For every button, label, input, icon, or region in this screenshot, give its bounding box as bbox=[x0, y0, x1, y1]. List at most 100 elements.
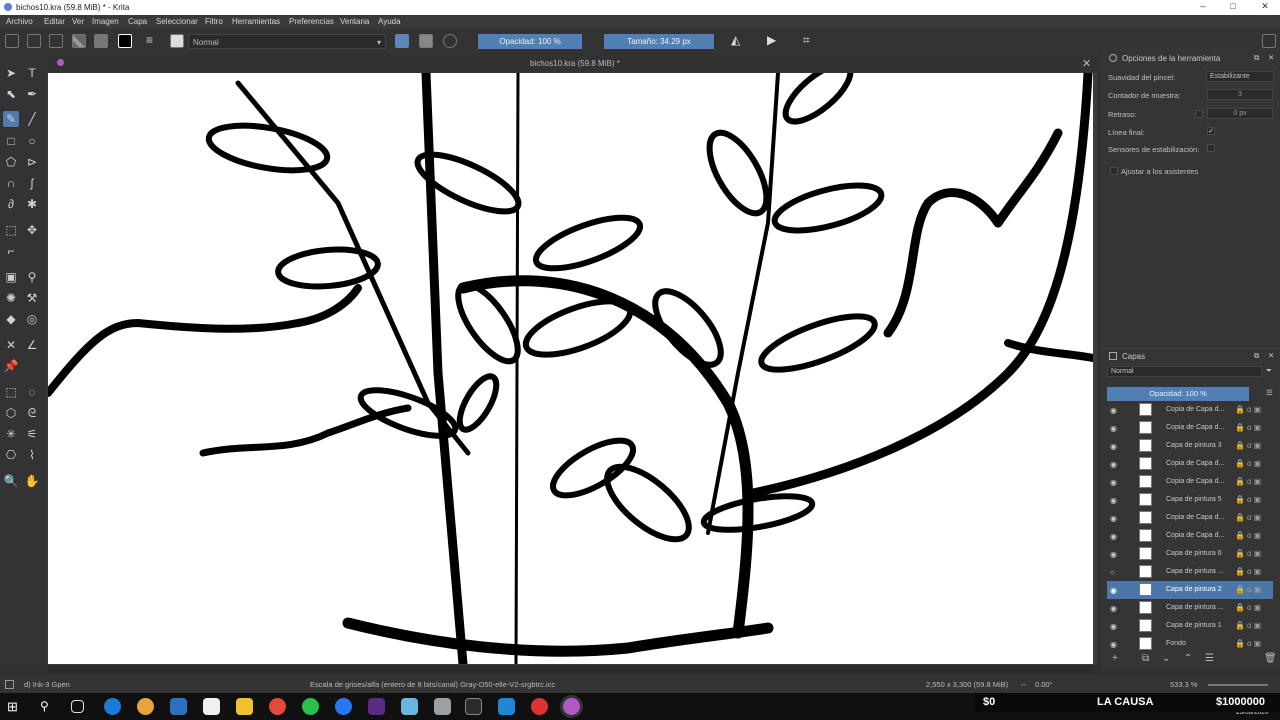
layer-lock-alpha-icons[interactable]: 🔒α▣ bbox=[1235, 495, 1263, 504]
layer-lock-alpha-icons[interactable]: 🔒α▣ bbox=[1235, 513, 1263, 522]
edit-shapes-icon[interactable]: ⬉ bbox=[3, 86, 19, 102]
layer-lock-alpha-icons[interactable]: 🔒α▣ bbox=[1235, 405, 1263, 414]
brush-preset-icon[interactable] bbox=[170, 34, 184, 48]
visibility-eye-icon[interactable]: ◉ bbox=[1110, 604, 1117, 613]
search-icon[interactable]: ⚲ bbox=[40, 698, 57, 715]
freehand-path-icon[interactable]: ʃ bbox=[24, 175, 40, 191]
layer-row[interactable]: ◉ Copia de Capa d... 🔒α▣ bbox=[1107, 509, 1273, 527]
visibility-eye-icon[interactable]: ◉ bbox=[1110, 406, 1117, 415]
finish-line-checkbox[interactable]: ✓ bbox=[1207, 127, 1215, 135]
layer-row[interactable]: ◉ Capa de pintura 6 🔒α▣ bbox=[1107, 545, 1273, 563]
layer-lock-alpha-icons[interactable]: 🔒α▣ bbox=[1235, 585, 1263, 594]
ellipse-select-icon[interactable]: ◌ bbox=[24, 384, 40, 400]
layer-row[interactable]: ◉ Copia de Capa d... 🔒α▣ bbox=[1107, 455, 1273, 473]
pan-tool-icon[interactable]: ✋ bbox=[24, 473, 40, 489]
polygon-tool-icon[interactable]: ⬠ bbox=[3, 154, 19, 170]
move-tool-icon[interactable]: ✥ bbox=[24, 222, 40, 238]
polyline-tool-icon[interactable]: ⊳ bbox=[24, 154, 40, 170]
facebook-icon[interactable] bbox=[335, 698, 352, 715]
gradient-tool-icon[interactable]: ▣ bbox=[3, 269, 19, 285]
settings-icon[interactable] bbox=[434, 698, 451, 715]
bezier-tool-icon[interactable]: ∩ bbox=[3, 175, 19, 191]
menu-editar[interactable]: Editar bbox=[44, 17, 65, 26]
layer-blend-mode-select[interactable]: Normal bbox=[1107, 366, 1262, 377]
line-tool-icon[interactable]: ╱ bbox=[24, 111, 40, 127]
layer-opacity-slider[interactable]: Opacidad: 100 % bbox=[1107, 387, 1249, 401]
horizontal-scrollbar[interactable] bbox=[48, 665, 1093, 673]
whatsapp-icon[interactable] bbox=[302, 698, 319, 715]
visibility-eye-icon[interactable]: ◉ bbox=[1110, 478, 1117, 487]
calligraphy-icon[interactable]: ✒ bbox=[24, 86, 40, 102]
blend-mode-select[interactable]: Normal ▾ bbox=[188, 34, 386, 49]
menu-seleccionar[interactable]: Seleccionar bbox=[156, 17, 198, 26]
reference-images-icon[interactable]: 📌 bbox=[3, 358, 19, 374]
document-tab[interactable]: bichos10.kra (59.8 MiB) * ✕ bbox=[47, 53, 1097, 73]
zoom-tool-icon[interactable]: 🔍 bbox=[3, 473, 19, 489]
text-tool-icon[interactable]: T bbox=[24, 65, 40, 81]
assistant-tool-icon[interactable]: ✕ bbox=[3, 337, 19, 353]
sensors-checkbox[interactable] bbox=[1207, 144, 1215, 152]
menu-capa[interactable]: Capa bbox=[128, 17, 147, 26]
close-document-icon[interactable]: ✕ bbox=[1082, 57, 1091, 70]
obs-icon[interactable] bbox=[531, 698, 548, 715]
notes-icon[interactable] bbox=[401, 698, 418, 715]
layer-menu-icon[interactable]: ☰ bbox=[1266, 388, 1273, 397]
visibility-eye-icon[interactable]: ◉ bbox=[1110, 532, 1117, 541]
layer-row[interactable]: ◉ Capa de pintura 1 🔒α▣ bbox=[1107, 617, 1273, 635]
menu-herramientas[interactable]: Herramientas bbox=[232, 17, 280, 26]
visibility-eye-icon[interactable]: ◉ bbox=[1110, 496, 1117, 505]
colorize-mask-icon[interactable]: ✺ bbox=[3, 290, 19, 306]
move-down-icon[interactable]: ⌄ bbox=[1162, 653, 1170, 664]
save-icon[interactable] bbox=[49, 34, 63, 48]
color-picker-icon[interactable]: ⚲ bbox=[24, 269, 40, 285]
enclose-fill-icon[interactable]: ◎ bbox=[24, 311, 40, 327]
layer-row[interactable]: ◉ Capa de pintura 5 🔒α▣ bbox=[1107, 491, 1273, 509]
menu-preferencias[interactable]: Preferencias bbox=[289, 17, 334, 26]
visibility-eye-icon[interactable]: ◉ bbox=[1110, 514, 1117, 523]
visibility-eye-icon[interactable]: ◉ bbox=[1110, 586, 1117, 595]
app-icon[interactable] bbox=[137, 698, 154, 715]
mirror-vertical-icon[interactable]: ▶ bbox=[767, 34, 781, 48]
layer-row[interactable]: ◉ Fondo 🔒α▣ bbox=[1107, 635, 1273, 653]
size-slider[interactable]: Tamaño: 34.29 px bbox=[604, 34, 714, 49]
menu-archivo[interactable]: Archivo bbox=[6, 17, 33, 26]
layer-lock-alpha-icons[interactable]: 🔒α▣ bbox=[1235, 441, 1263, 450]
float-panel-icon[interactable]: ⧉ bbox=[1254, 53, 1259, 63]
duplicate-layer-icon[interactable]: ⧉ bbox=[1142, 653, 1149, 664]
layer-lock-alpha-icons[interactable]: 🔒α▣ bbox=[1235, 459, 1263, 468]
edge-icon[interactable] bbox=[104, 698, 121, 715]
menu-imagen[interactable]: Imagen bbox=[92, 17, 119, 26]
vscode-icon[interactable] bbox=[498, 698, 515, 715]
visibility-eye-icon[interactable]: ◉ bbox=[1110, 442, 1117, 451]
smart-patch-icon[interactable]: ⚒ bbox=[24, 290, 40, 306]
windows-start-icon[interactable]: ⊞ bbox=[7, 698, 24, 715]
gradient-icon[interactable] bbox=[72, 34, 86, 48]
pattern-icon[interactable] bbox=[94, 34, 108, 48]
menu-ayuda[interactable]: Ayuda bbox=[378, 17, 401, 26]
visibility-eye-icon[interactable]: ◉ bbox=[1110, 424, 1117, 433]
fg-bg-color-icon[interactable] bbox=[118, 34, 132, 48]
brush-settings-icon[interactable]: ≡ bbox=[146, 34, 160, 48]
bezier-select-icon[interactable]: ⎔ bbox=[3, 447, 19, 463]
opacity-slider[interactable]: Opacidad: 100 % bbox=[478, 34, 582, 49]
maximize-button[interactable]: □ bbox=[1226, 1, 1240, 14]
krita-taskbar-icon[interactable] bbox=[563, 698, 580, 715]
add-layer-icon[interactable]: + bbox=[1112, 653, 1118, 664]
layer-row[interactable]: ◉ Copia de Capa d... 🔒α▣ bbox=[1107, 401, 1273, 419]
task-view-icon[interactable] bbox=[71, 700, 84, 713]
delay-input[interactable]: 0 px bbox=[1207, 108, 1273, 119]
alpha-lock-icon[interactable] bbox=[419, 34, 433, 48]
transform-tool-icon[interactable]: ⬚ bbox=[3, 222, 19, 238]
mail-icon[interactable] bbox=[170, 698, 187, 715]
delay-checkbox[interactable] bbox=[1195, 110, 1203, 118]
layer-lock-alpha-icons[interactable]: 🔒α▣ bbox=[1235, 531, 1263, 540]
sample-input[interactable]: 3 bbox=[1207, 89, 1273, 100]
multibrush-icon[interactable]: ✱ bbox=[24, 196, 40, 212]
menu-ventana[interactable]: Ventana bbox=[340, 17, 369, 26]
select-shapes-icon[interactable]: ➤ bbox=[3, 65, 19, 81]
zoom-slider[interactable] bbox=[1208, 684, 1268, 686]
filter-icon[interactable]: ⏷ bbox=[1266, 366, 1272, 376]
reload-preset-icon[interactable] bbox=[443, 34, 457, 48]
rect-select-icon[interactable]: ⬚ bbox=[3, 384, 19, 400]
layer-row[interactable]: ◉ Capa de pintura 2 🔒α▣ bbox=[1107, 581, 1273, 599]
